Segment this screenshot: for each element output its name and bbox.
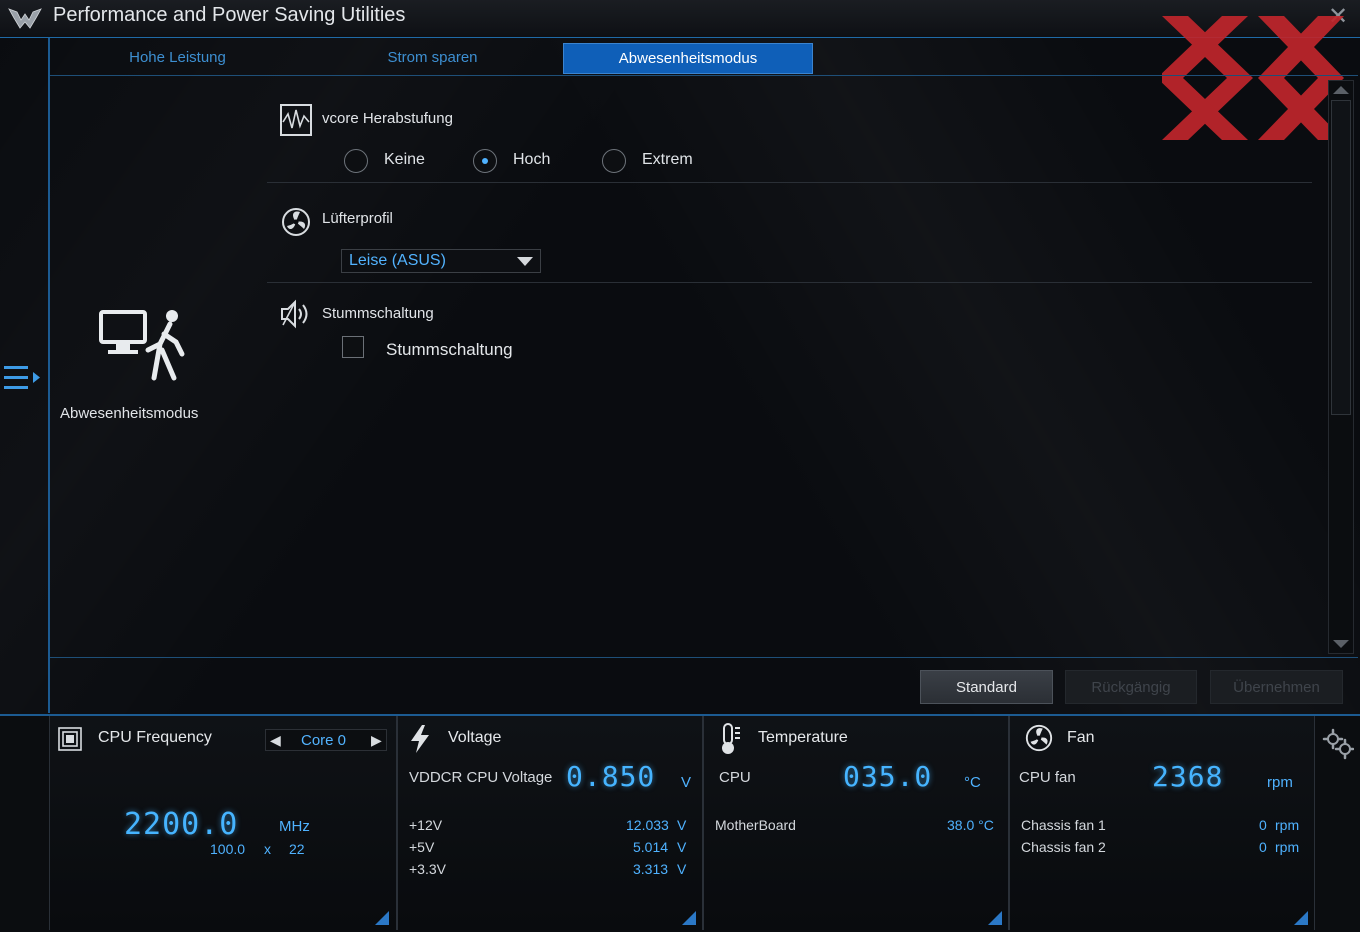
cpu-chip-icon [58, 727, 82, 751]
cpu-fan-value: 2368 [1152, 760, 1224, 793]
lightning-icon [411, 725, 429, 753]
tab-bar: Hohe Leistung Strom sparen Abwesenheitsm… [50, 40, 1358, 76]
core-selector[interactable]: ◀ Core 0 ▶ [265, 729, 387, 751]
radio-keine-label: Keine [384, 151, 425, 168]
vddcr-unit: V [681, 774, 692, 791]
cpu-temp-value: 035.0 [843, 760, 933, 793]
chassis-fan-2-value: 0 [1259, 839, 1267, 855]
scroll-down-icon[interactable] [1333, 640, 1349, 648]
temperature-title: Temperature [758, 729, 848, 746]
standard-button[interactable]: Standard [920, 670, 1053, 704]
divider [267, 282, 1312, 283]
voltage-title: Voltage [448, 729, 502, 746]
divider [267, 182, 1312, 183]
chassis-fan-1-label: Chassis fan 1 [1021, 817, 1106, 833]
radio-extrem[interactable] [602, 149, 626, 173]
cpu-temp-unit: °C [964, 774, 981, 791]
cpu-times: x [264, 841, 271, 857]
radio-keine[interactable] [344, 149, 368, 173]
mute-checkbox[interactable] [342, 336, 364, 358]
fan-profile-dropdown[interactable]: Leise (ASUS) [341, 249, 541, 273]
chevron-right-icon[interactable]: ▶ [371, 732, 382, 749]
radio-hoch[interactable] [473, 149, 497, 173]
scroll-thumb[interactable] [1331, 100, 1351, 415]
cpu-multiplier: 22 [289, 841, 305, 857]
v12-value: 12.033 [626, 817, 669, 833]
cpu-temp-label: CPU [719, 769, 751, 786]
cpu-frequency-unit: MHz [279, 818, 310, 835]
scroll-up-icon[interactable] [1333, 86, 1349, 94]
tab-power-saving[interactable]: Strom sparen [330, 43, 535, 72]
fan-icon [282, 208, 310, 236]
watermark-logo [1162, 16, 1344, 140]
radio-extrem-label: Extrem [642, 151, 693, 168]
away-mode-icon [99, 310, 185, 381]
fan-icon [1025, 724, 1053, 752]
tuf-logo-icon [8, 8, 42, 29]
motherboard-temp-value: 38.0 °C [947, 817, 994, 833]
menu-expand-icon[interactable] [4, 364, 42, 392]
cpu-fan-unit: rpm [1267, 774, 1293, 791]
v12-label: +12V [409, 817, 443, 833]
v5-label: +5V [409, 839, 435, 855]
expand-corner-icon[interactable] [988, 911, 1002, 925]
chassis-fan-1-unit: rpm [1275, 817, 1300, 833]
v33-label: +3.3V [409, 861, 446, 877]
divider [50, 657, 1358, 658]
chevron-down-icon [517, 257, 533, 266]
mute-checkbox-label: Stummschaltung [386, 340, 513, 359]
left-divider [48, 38, 50, 713]
fan-profile-value: Leise (ASUS) [349, 252, 446, 269]
settings-gear-icon[interactable] [1322, 728, 1354, 760]
cpu-frequency-value: 2200.0 [124, 807, 239, 842]
v33-value: 3.313 [633, 861, 669, 877]
chevron-left-icon[interactable]: ◀ [270, 732, 281, 749]
v5-unit: V [677, 839, 687, 855]
tab-high-performance[interactable]: Hohe Leistung [75, 43, 280, 72]
v33-unit: V [677, 861, 687, 877]
cpu-base-clock: 100.0 [210, 841, 246, 857]
chassis-fan-1-value: 0 [1259, 817, 1267, 833]
mute-title: Stummschaltung [322, 305, 434, 322]
v5-value: 5.014 [633, 839, 669, 855]
cpu-fan-label: CPU fan [1019, 769, 1076, 786]
vddcr-value: 0.850 [566, 760, 656, 793]
core-label: Core 0 [301, 732, 347, 749]
chassis-fan-2-unit: rpm [1275, 839, 1300, 855]
radio-hoch-label: Hoch [513, 151, 551, 168]
chassis-fan-2-label: Chassis fan 2 [1021, 839, 1106, 855]
thermometer-icon [722, 723, 740, 754]
v12-unit: V [677, 817, 687, 833]
vcore-title: vcore Herabstufung [322, 110, 453, 127]
vcore-chart-icon [280, 104, 312, 136]
fan-title: Fan [1067, 729, 1095, 746]
cpu-frequency-title: CPU Frequency [98, 729, 212, 746]
undo-button[interactable]: Rückgängig [1065, 670, 1197, 704]
vddcr-label: VDDCR CPU Voltage [409, 769, 553, 786]
window-title: Performance and Power Saving Utilities [53, 4, 406, 26]
expand-corner-icon[interactable] [1294, 911, 1308, 925]
motherboard-temp-label: MotherBoard [715, 817, 796, 833]
fan-profile-title: Lüfterprofil [322, 210, 393, 227]
speaker-mute-icon [281, 299, 308, 329]
tab-away-mode[interactable]: Abwesenheitsmodus [563, 43, 813, 74]
expand-corner-icon[interactable] [682, 911, 696, 925]
mode-label: Abwesenheitsmodus [60, 405, 199, 422]
apply-button[interactable]: Übernehmen [1210, 670, 1343, 704]
expand-corner-icon[interactable] [375, 911, 389, 925]
